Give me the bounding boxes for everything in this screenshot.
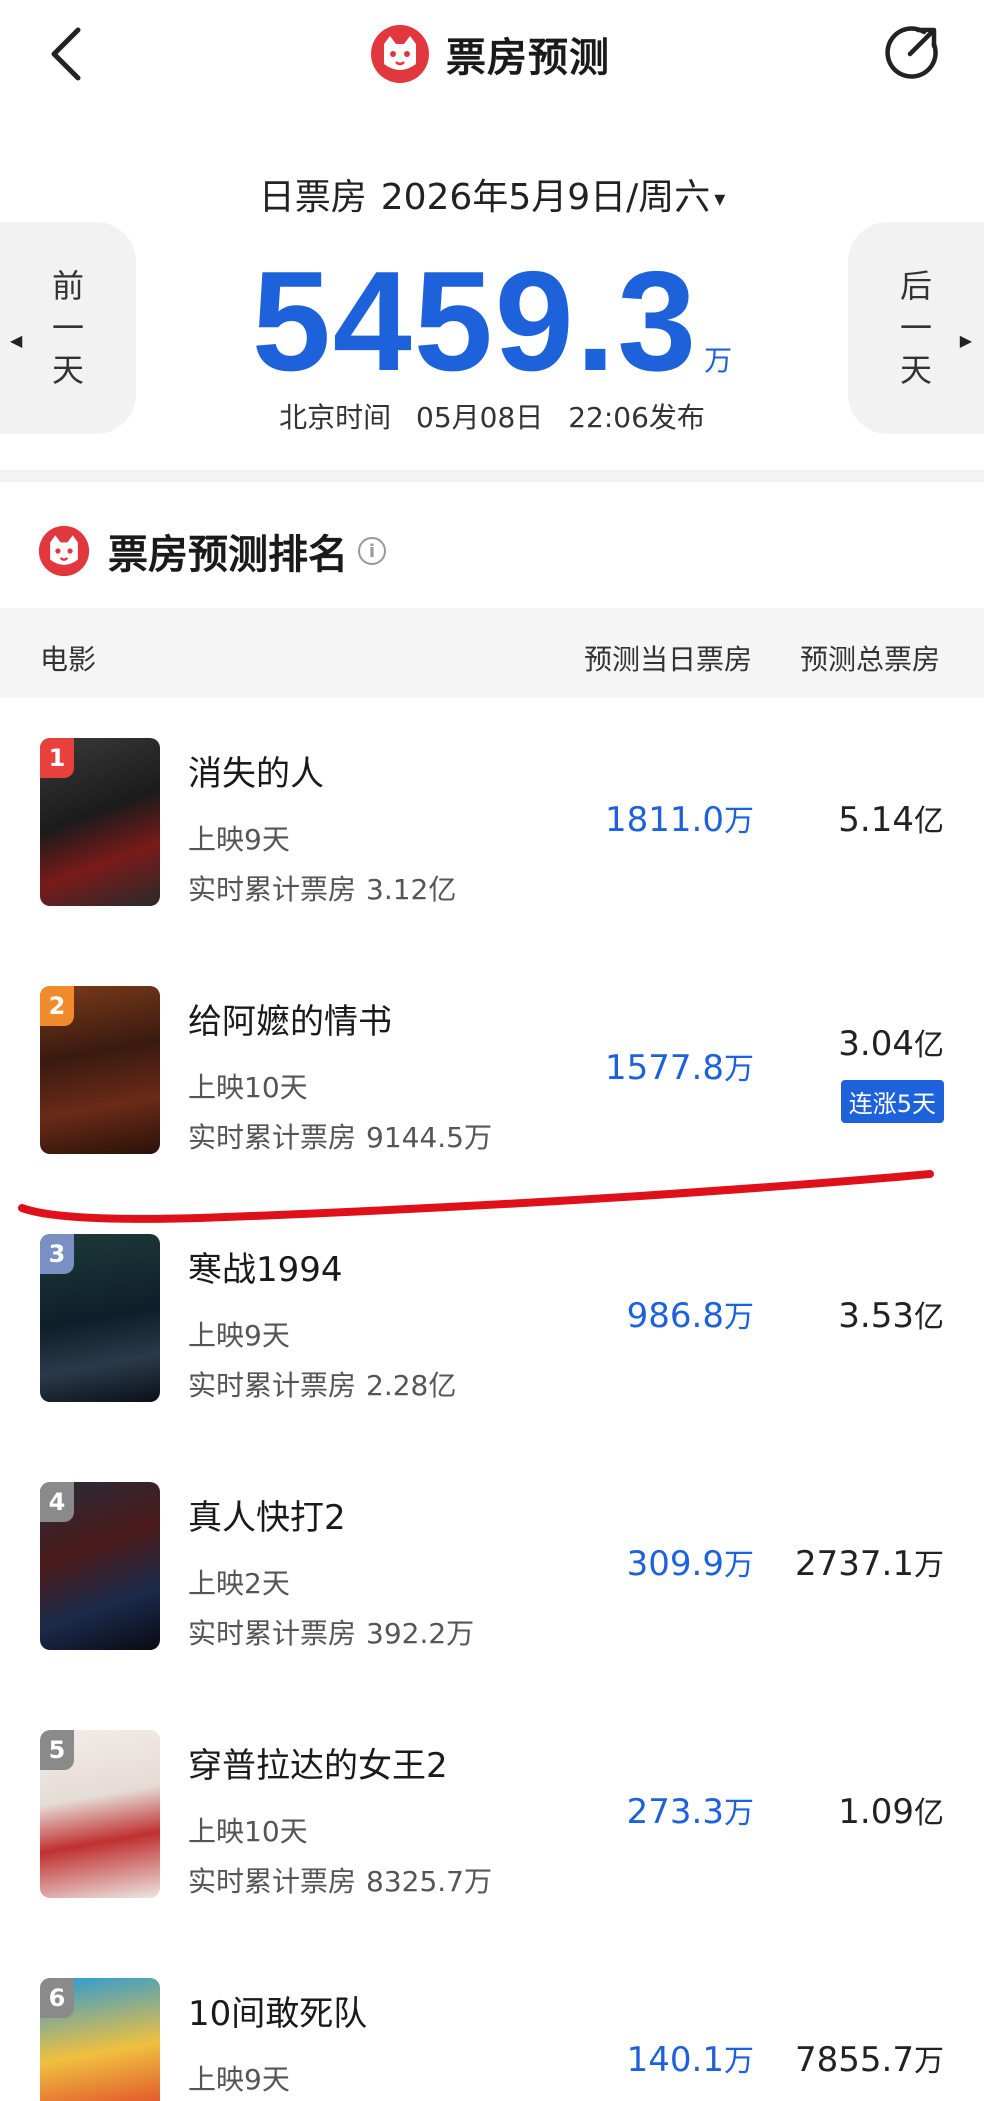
movie-poster: 3 [40, 1234, 160, 1402]
day-forecast: 986.8万 [626, 1296, 754, 1336]
movie-cumulative: 实时累计票房 9144.5万 [188, 1121, 492, 1154]
movie-cumulative: 实时累计票房 8325.7万 [188, 1865, 492, 1898]
back-button[interactable] [44, 24, 88, 84]
movie-days: 上映9天 [188, 823, 290, 856]
movie-cumulative: 实时累计票房 392.2万 [188, 1617, 475, 1650]
movie-row[interactable]: 3 寒战1994 上映9天 实时累计票房 2.28亿 986.8万 3.53亿 [0, 1194, 984, 1442]
share-icon [885, 26, 938, 79]
streak-badge: 连涨5天 [840, 1080, 944, 1123]
dropdown-caret-icon: ▾ [714, 186, 726, 212]
rank-badge: 1 [40, 738, 74, 778]
movie-row[interactable]: 6 10间敢死队 上映9天 140.1万 7855.7万 [0, 1938, 984, 2101]
brand: 票房预测 [370, 22, 610, 86]
rank-badge: 3 [40, 1234, 74, 1274]
top-bar: 票房预测 [0, 0, 984, 110]
movie-cumulative: 实时累计票房 3.12亿 [188, 873, 457, 906]
page-title: 票房预测 [446, 35, 610, 81]
movie-cumulative: 实时累计票房 2.28亿 [188, 1369, 457, 1402]
movie-name: 10间敢死队 [188, 1994, 368, 2034]
date-selector[interactable]: 日票房 2026年5月9日/周六 ▾ [0, 168, 984, 220]
column-movie: 电影 [40, 643, 97, 676]
movie-row[interactable]: 1 消失的人 上映9天 实时累计票房 3.12亿 1811.0万 5.14亿 [0, 698, 984, 946]
total-forecast: 2737.1万 [795, 1544, 944, 1584]
publish-time: 22:06发布 [568, 401, 705, 434]
movie-row[interactable]: 5 穿普拉达的女王2 上映10天 实时累计票房 8325.7万 273.3万 1.… [0, 1690, 984, 1938]
movie-days: 上映9天 [188, 2063, 290, 2096]
total-forecast: 3.53亿 [838, 1296, 944, 1336]
total-forecast: 1.09亿 [838, 1792, 944, 1832]
ranking-title: 票房预测排名 [108, 532, 348, 578]
date-value: 2026年5月9日/周六 [380, 177, 711, 218]
rank-badge: 6 [40, 1978, 74, 2018]
day-forecast: 1811.0万 [605, 800, 754, 840]
share-button[interactable] [880, 22, 942, 84]
red-underline-annotation [18, 1170, 934, 1223]
movie-poster: 1 [40, 738, 160, 906]
movie-name: 真人快打2 [188, 1498, 346, 1538]
daily-box-office-value: 5459.3 [251, 242, 699, 401]
movie-poster: 6 [40, 1978, 160, 2101]
movie-row[interactable]: 2 给阿嬷的情书 上映10天 实时累计票房 9144.5万 1577.8万 3.0… [0, 946, 984, 1194]
movie-poster: 5 [40, 1730, 160, 1898]
movie-days: 上映9天 [188, 1319, 290, 1352]
day-forecast: 273.3万 [626, 1792, 754, 1832]
movie-poster: 4 [40, 1482, 160, 1650]
cat-logo-icon [38, 525, 90, 577]
date-type-label: 日票房 [258, 177, 367, 218]
movie-name: 给阿嬷的情书 [188, 1002, 392, 1042]
day-forecast: 309.9万 [626, 1544, 754, 1584]
movie-days: 上映10天 [188, 1071, 308, 1104]
movie-name: 寒战1994 [188, 1250, 343, 1290]
publish-date: 05月08日 [416, 401, 544, 434]
publish-prefix: 北京时间 [279, 401, 392, 434]
table-header: 电影 预测当日票房 预测总票房 [0, 608, 984, 698]
column-day-forecast: 预测当日票房 [584, 643, 753, 676]
daily-box-office: 5459.3 万 [0, 240, 984, 404]
cat-logo-icon [371, 25, 429, 83]
info-icon[interactable]: i [358, 537, 386, 565]
column-total-forecast: 预测总票房 [800, 643, 941, 676]
ranking-header: 票房预测排名 i [38, 522, 386, 580]
movie-days: 上映2天 [188, 1567, 290, 1600]
rank-badge: 4 [40, 1482, 74, 1522]
movie-row[interactable]: 4 真人快打2 上映2天 实时累计票房 392.2万 309.9万 2737.1万 [0, 1442, 984, 1690]
chevron-left-icon [51, 27, 81, 81]
total-forecast: 7855.7万 [795, 2040, 944, 2080]
day-forecast: 1577.8万 [605, 1048, 754, 1088]
rank-badge: 2 [40, 986, 74, 1026]
total-forecast: 5.14亿 [838, 800, 944, 840]
movie-name: 消失的人 [188, 754, 324, 794]
movie-poster: 2 [40, 986, 160, 1154]
total-forecast: 3.04亿 [838, 1024, 944, 1064]
daily-box-office-unit: 万 [704, 344, 733, 377]
publish-info: 北京时间 05月08日 22:06发布 [0, 396, 984, 436]
rank-badge: 5 [40, 1730, 74, 1770]
section-divider [0, 470, 984, 482]
movie-name: 穿普拉达的女王2 [188, 1746, 448, 1786]
day-forecast: 140.1万 [626, 2040, 754, 2080]
ranking-list: 1 消失的人 上映9天 实时累计票房 3.12亿 1811.0万 5.14亿 2 … [0, 698, 984, 2101]
movie-days: 上映10天 [188, 1815, 308, 1848]
